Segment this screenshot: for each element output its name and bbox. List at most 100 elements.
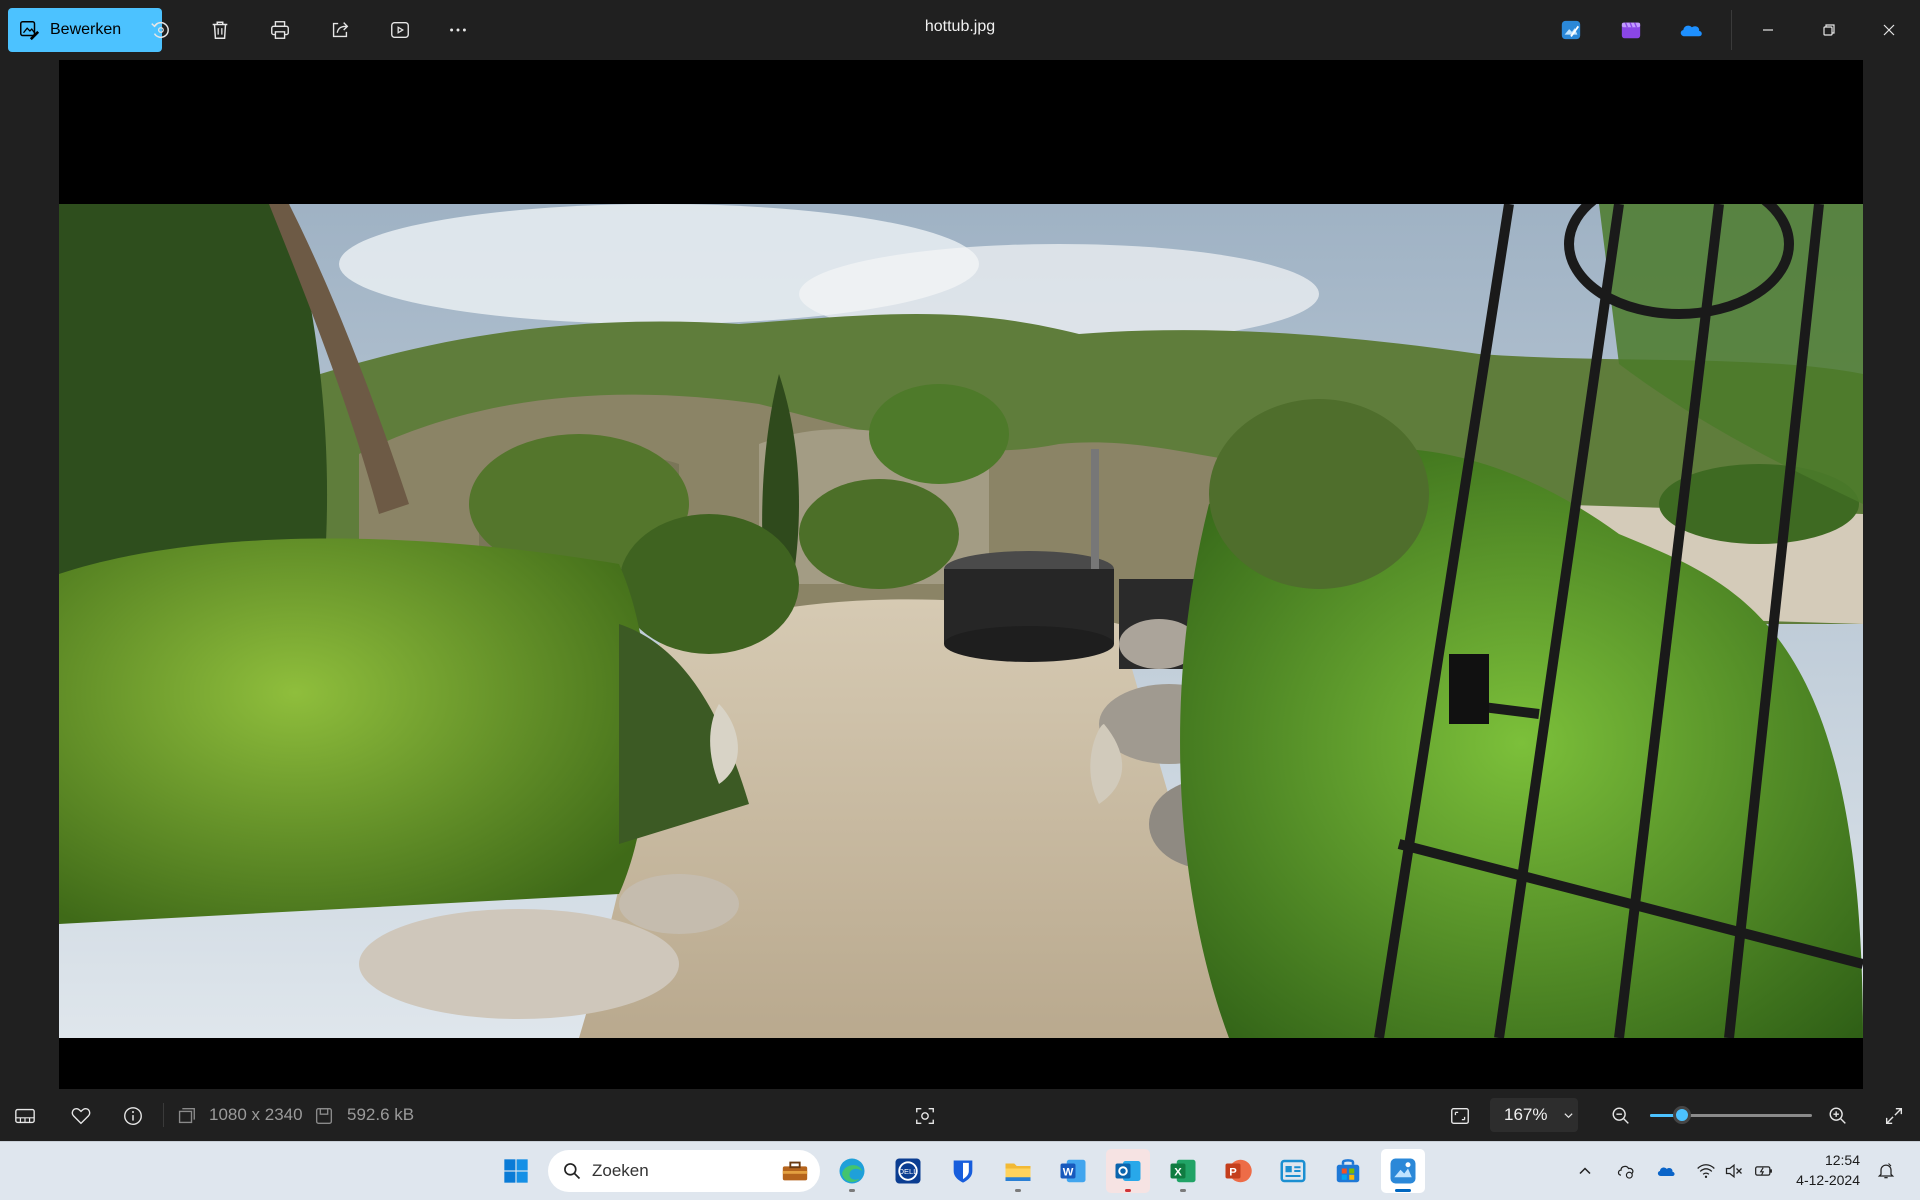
more-icon [450,28,466,32]
chevron-down-icon [1564,1112,1574,1118]
close-button[interactable] [1866,8,1912,52]
taskbar-excel[interactable]: X [1161,1149,1205,1193]
zoom-out-button[interactable] [1607,1102,1635,1130]
start-button[interactable] [494,1149,538,1193]
image-viewer[interactable] [59,60,1863,1089]
window-title: hottub.jpg [924,18,996,35]
taskbar-clock[interactable]: 12:54 4-12-2024 [1786,1150,1860,1190]
active-indicator [1395,1189,1411,1192]
taskbar-bitwarden[interactable] [941,1149,985,1193]
visual-search-icon [916,1107,934,1125]
status-bar: 1080 x 2340 592.6 kB 167% [0,1089,1920,1141]
filmstrip-button[interactable] [11,1102,39,1130]
svg-text:X: X [1174,1166,1182,1178]
clipchamp-link[interactable] [1617,16,1645,44]
minimize-button[interactable] [1745,8,1791,52]
zoom-level-dropdown[interactable]: 167% [1490,1098,1578,1132]
briefcase-highlight-icon [782,1161,808,1181]
taskbar-powerpoint[interactable]: P [1216,1149,1260,1193]
taskbar: Zoeken DELL W X P 12:54 4-12-2024 [0,1141,1920,1200]
taskbar-news[interactable] [1271,1149,1315,1193]
outlook-icon [1115,1161,1141,1181]
delete-button[interactable] [202,12,238,48]
file-size: 592.6 kB [347,1105,415,1124]
tray-battery[interactable] [1752,1159,1776,1183]
favorite-button[interactable] [67,1102,95,1130]
tray-volume[interactable] [1722,1159,1746,1183]
share-button[interactable] [322,12,358,48]
restore-icon [1823,24,1835,36]
rotate-button[interactable] [142,12,178,48]
fit-window-icon [1451,1107,1469,1125]
fit-to-window-button[interactable] [1446,1102,1474,1130]
taskbar-photos[interactable] [1381,1149,1425,1193]
taskbar-word[interactable]: W [1051,1149,1095,1193]
tray-wifi[interactable] [1694,1159,1718,1183]
fullscreen-button[interactable] [1880,1102,1908,1130]
bitwarden-shield-icon [953,1160,973,1183]
zoom-level-value: 167% [1504,1105,1548,1124]
file-info-button[interactable] [119,1102,147,1130]
taskbar-file-explorer[interactable] [996,1149,1040,1193]
cloud-sync-icon [1617,1165,1634,1179]
print-icon [271,21,289,39]
slideshow-button[interactable] [382,12,418,48]
clipchamp-icon [1621,22,1641,39]
dimensions-icon [174,1102,198,1130]
tray-sync-cloud[interactable] [1614,1159,1638,1183]
photos-editor-link[interactable] [1557,16,1585,44]
running-indicator [1180,1189,1186,1192]
zoom-slider[interactable] [1650,1106,1812,1124]
tray-onedrive[interactable] [1654,1159,1678,1183]
wifi-icon [1697,1164,1715,1178]
windows-logo-icon [504,1159,528,1183]
dell-icon: DELL [895,1158,921,1184]
taskbar-search[interactable]: Zoeken [548,1150,820,1192]
info-icon [124,1107,142,1125]
print-button[interactable] [262,12,298,48]
displayed-photo[interactable] [59,204,1863,1038]
taskbar-store[interactable] [1326,1149,1370,1193]
delete-icon [212,21,228,39]
show-hidden-icons-button[interactable] [1573,1159,1597,1183]
edit-button[interactable]: Bewerken [8,8,162,52]
garden-hottub-photo [59,204,1863,1038]
search-icon [564,1163,581,1180]
battery-charging-icon [1755,1166,1772,1176]
share-icon [332,22,349,38]
photos-app-icon [1561,20,1581,40]
folder-icon [1005,1163,1031,1181]
visual-search-button[interactable] [911,1102,939,1130]
notification-center-button[interactable] [1874,1159,1898,1183]
news-icon [1280,1159,1306,1183]
word-icon: W [1060,1159,1086,1183]
zoom-out-icon [1612,1107,1629,1124]
running-indicator [849,1189,855,1192]
rotate-icon [151,21,169,39]
svg-text:P: P [1229,1166,1237,1178]
powerpoint-icon: P [1225,1159,1252,1183]
onedrive-cloud-icon [1680,25,1702,37]
image-dimensions: 1080 x 2340 [209,1105,303,1124]
edge-icon [839,1158,865,1184]
photos-app-icon [1390,1158,1416,1184]
onedrive-link[interactable] [1677,16,1705,44]
running-indicator [1015,1189,1021,1192]
zoom-in-button[interactable] [1824,1102,1852,1130]
edit-image-icon [20,21,40,41]
taskbar-edge[interactable] [830,1149,874,1193]
taskbar-outlook[interactable] [1106,1149,1150,1193]
filmstrip-icon [15,1108,35,1124]
more-options-button[interactable] [440,12,476,48]
zoom-slider-thumb[interactable] [1673,1106,1692,1124]
clock-time: 12:54 [1824,1152,1860,1168]
store-bag-icon [1336,1159,1360,1183]
restore-button[interactable] [1806,8,1852,52]
zoom-in-icon [1829,1107,1846,1124]
clock-date: 4-12-2024 [1796,1172,1860,1188]
svg-text:W: W [1063,1166,1074,1178]
expand-icon [1885,1107,1903,1125]
close-icon [1883,24,1895,36]
taskbar-dell[interactable]: DELL [886,1149,930,1193]
file-size-icon [312,1102,336,1130]
